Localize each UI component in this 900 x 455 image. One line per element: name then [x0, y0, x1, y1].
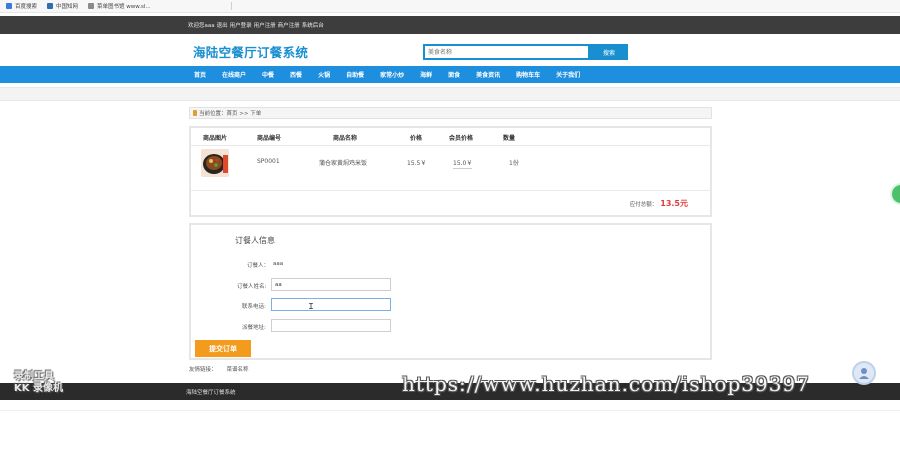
bookmark-icon	[47, 3, 54, 9]
sub-bar	[0, 87, 900, 101]
member-price: 15.0￥	[453, 160, 473, 169]
location-icon	[193, 110, 197, 116]
footer-text: 海陆空餐厅订餐系统	[186, 390, 236, 396]
float-chat-icon[interactable]	[890, 183, 900, 205]
friend-link-item[interactable]: 菜谱名称	[227, 365, 249, 373]
recorder-watermark-line2: KK 录像机	[14, 383, 63, 394]
nav-item-about[interactable]: 关于我们	[548, 70, 588, 79]
recorder-watermark-line1: 录制工具	[14, 371, 54, 382]
nav-item-merchants[interactable]: 在线商户	[214, 70, 254, 79]
bookmark-icon	[6, 3, 12, 9]
bookmark-item[interactable]: 菜单图书馆 www.sl...	[88, 2, 151, 10]
nav-item-seafood[interactable]: 海鲜	[412, 70, 440, 79]
top-bar: 欢迎您aaa 退出 用户登录 用户注册 商户注册 系统后台	[0, 16, 900, 34]
nav-item-buffet[interactable]: 自助餐	[338, 70, 372, 79]
order-total: 应付总额： 13.5元	[630, 198, 688, 209]
phone-input[interactable]	[271, 298, 391, 311]
nav-item-western[interactable]: 西餐	[282, 70, 310, 79]
text-cursor-icon: Ｉ	[307, 302, 315, 311]
bookmark-item[interactable]: 百度搜索	[6, 2, 37, 10]
site-logo[interactable]: 海陆空餐厅订餐系统	[193, 42, 308, 61]
search-input[interactable]	[423, 44, 590, 60]
orderer-label: 订餐人：	[247, 263, 270, 269]
product-code: SP0001	[257, 158, 280, 165]
name-label: 订餐人姓名:	[237, 284, 267, 290]
cart-panel: 商品图片 商品编号 商品名称 价格 会员价格 数量 SP0001 蒲仓家黄焖鸡米…	[189, 126, 712, 217]
nav-item-chinese[interactable]: 中餐	[254, 70, 282, 79]
submit-order-button[interactable]: 提交订单	[195, 340, 251, 357]
bookmarks-bar: 百度搜索 中国知网 菜单图书馆 www.sl...	[0, 0, 900, 13]
cart-divider	[191, 190, 710, 191]
col-header-name: 商品名称	[333, 135, 358, 142]
total-label: 应付总额：	[629, 202, 658, 208]
site-header: 海陆空餐厅订餐系统 搜索	[0, 34, 900, 66]
bookmark-label: 菜单图书馆 www.sl...	[97, 4, 151, 10]
product-price: 15.5￥	[407, 160, 427, 167]
user-register-link[interactable]: 用户注册	[254, 21, 276, 29]
bookmark-item[interactable]: 中国知网	[47, 2, 78, 10]
bookmark-icon	[88, 3, 95, 9]
nav-item-noodles[interactable]: 面食	[440, 70, 468, 79]
nav-item-home[interactable]: 首页	[186, 70, 214, 79]
admin-link[interactable]: 系统后台	[302, 21, 324, 29]
col-header-quantity: 数量	[503, 135, 516, 142]
orderer-title: 订餐人信息	[235, 236, 275, 245]
merchant-register-link[interactable]: 商户注册	[278, 21, 300, 29]
total-value: 13.5元	[660, 199, 688, 208]
col-header-image: 商品图片	[203, 135, 228, 142]
cart-table-header: 商品图片 商品编号 商品名称 价格 会员价格 数量	[191, 128, 710, 146]
phone-label: 联系电话:	[242, 304, 266, 310]
bottom-divider	[0, 410, 900, 411]
nav-item-news[interactable]: 美食资讯	[468, 70, 508, 79]
col-header-price: 价格	[410, 135, 423, 142]
bookmarks-divider	[230, 2, 232, 10]
orderer-value: aaa	[273, 261, 284, 267]
product-name[interactable]: 蒲仓家黄焖鸡米饭	[319, 158, 367, 167]
float-avatar-icon[interactable]	[852, 361, 876, 385]
logout-link[interactable]: 退出	[217, 21, 228, 29]
nav-item-hotpot[interactable]: 火锅	[310, 70, 338, 79]
breadcrumb: 当前位置：首页 >> 下单	[189, 107, 712, 119]
product-quantity: 1份	[509, 160, 519, 167]
orderer-panel: 订餐人信息 订餐人： aaa 订餐人姓名: 联系电话: Ｉ 派餐地址: 提交订单	[189, 223, 712, 360]
user-login-link[interactable]: 用户登录	[230, 21, 252, 29]
bookmark-label: 中国知网	[56, 4, 79, 10]
food-image[interactable]	[201, 149, 229, 177]
food-photo-icon	[201, 149, 229, 177]
person-icon	[859, 368, 869, 379]
welcome-text: 欢迎您aaa	[188, 23, 215, 29]
breadcrumb-text: 当前位置：首页 >> 下单	[199, 111, 262, 117]
col-header-member-price: 会员价格	[449, 135, 474, 142]
address-label: 派餐地址:	[242, 325, 266, 331]
bookmark-label: 百度搜索	[15, 4, 38, 10]
nav-item-homestyle[interactable]: 家常小炒	[372, 70, 412, 79]
friend-links: 友情链接： 菜谱名称	[189, 365, 249, 373]
friend-links-label: 友情链接：	[189, 367, 217, 373]
address-input[interactable]	[271, 319, 391, 332]
recorder-watermark: 录制工具 KK 录像机	[14, 371, 63, 395]
url-watermark: https://www.huzhan.com/ishop39397	[402, 372, 810, 396]
col-header-code: 商品编号	[257, 135, 282, 142]
search-button[interactable]: 搜索	[590, 44, 628, 60]
nav-item-cart[interactable]: 购物车车	[508, 70, 548, 79]
main-nav: 首页 在线商户 中餐 西餐 火锅 自助餐 家常小炒 海鲜 面食 美食资讯 购物车…	[0, 66, 900, 83]
name-input[interactable]	[271, 278, 391, 291]
